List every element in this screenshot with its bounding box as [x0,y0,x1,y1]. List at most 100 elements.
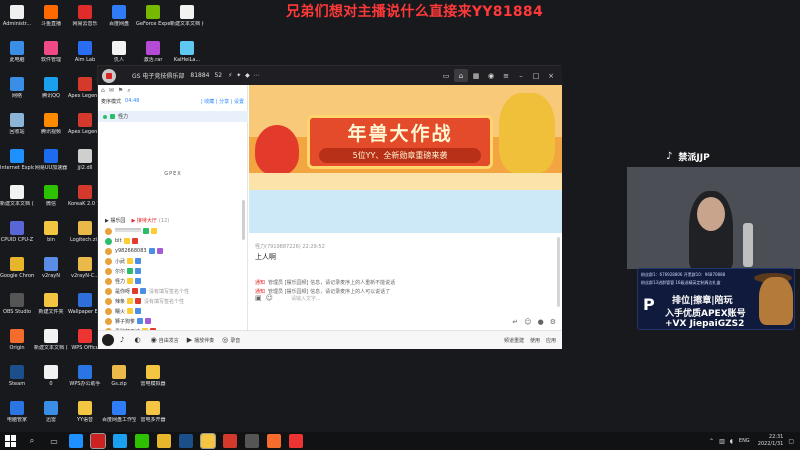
home-tool-icon[interactable]: ⌂ [101,87,105,94]
origin-taskbar-icon[interactable] [267,434,281,448]
enter-icon[interactable]: ↵ [512,318,518,326]
desktop-icon[interactable]: 网易云音乐 [68,2,102,42]
app-icon [10,113,24,127]
yy-taskbar-icon[interactable] [200,433,216,449]
home-icon[interactable]: ⌂ [454,69,468,82]
ie-taskbar-icon[interactable] [69,434,83,448]
desktop-icon[interactable]: 此电脑 [0,38,34,78]
member-row[interactable]: y982668083 [105,246,245,256]
desktop-icon[interactable]: 新建文本文档 (2) [0,182,34,222]
mic-button[interactable] [102,334,114,346]
netease-taskbar-icon[interactable] [90,433,106,449]
chat-input[interactable]: 请输入文字... [291,295,321,302]
grid-icon[interactable]: ▦ [469,69,483,82]
desktop-icon[interactable]: 0 [34,362,68,402]
promo-banner[interactable]: 年兽大作战 5位YY、全新勋章重磅来袭 [249,85,562,190]
search-icon[interactable]: ⌕ [25,434,39,448]
member-row[interactable]: 怪力 [105,276,245,286]
gamepad-icon[interactable]: ◉ [484,69,498,82]
notification-icon[interactable]: ▢ [788,438,794,445]
member-row[interactable]: !!!!!!!!!!!!! [105,226,245,236]
streamer-face [697,197,725,231]
play-music-button[interactable]: ▶ 播放伴奏 [187,336,214,344]
network-icon[interactable]: ▥ [719,438,725,445]
desktop-icon[interactable]: Steam [0,362,34,402]
desktop-icon[interactable]: 微信 [34,182,68,222]
record-icon[interactable]: ● [538,318,544,326]
desktop-icon[interactable]: 新建文本文档 (2) [34,326,68,366]
member-list-header[interactable]: ▶ 摆乐园 ▶ 接待大厅 (12) [105,217,169,225]
desktop-icon[interactable]: 网易UU加速器 [34,146,68,186]
app-icon [146,401,160,415]
member-row[interactable]: blt [105,236,245,246]
maximize-button[interactable]: □ [529,69,543,82]
desktop-icon[interactable]: 回收站 [0,110,34,150]
apex-taskbar-icon[interactable] [223,434,237,448]
start-button[interactable] [5,435,17,447]
desktop-icon[interactable]: Gs.zip [102,362,136,402]
speaker-icon[interactable]: ◐ [134,336,142,344]
settings-icon[interactable]: ⚙ [550,318,556,326]
wechat-taskbar-icon[interactable] [135,434,149,448]
search-tool-icon[interactable]: ⌕ [127,87,130,95]
desktop-icon[interactable]: Google Chrome [0,254,34,294]
gamepad-tool-icon[interactable]: ▣ [255,294,266,302]
emoji-icon[interactable]: ☺ [524,318,531,326]
qq-taskbar-icon[interactable] [113,434,127,448]
member-row[interactable]: 尔尔 [105,266,245,276]
chat-scrollbar[interactable] [557,237,560,307]
desktop-icon[interactable]: 新建文件夹 [34,290,68,330]
desktop-icon[interactable]: GeForce Experience [136,2,170,42]
desktop-icon[interactable]: OBS Studio [0,290,34,330]
volume-icon[interactable]: ◖ [730,438,733,445]
mail-tool-icon[interactable]: ✉ [109,87,114,94]
channel-links[interactable]: | 收藏 | 分享 | 设置 [201,98,244,105]
emoji-tool-icon[interactable]: ☺ [266,294,277,302]
member-row[interactable]: 小武 [105,256,245,266]
video-icon[interactable]: ▭ [439,69,453,82]
clock[interactable]: 22:31 2022/1/31 [758,434,784,448]
desktop-icon[interactable]: v2rayN [34,254,68,294]
tray-chevron-icon[interactable]: ⌃ [709,438,714,445]
desktop-icon[interactable]: WPS办公助手 [68,362,102,402]
free-speak-button[interactable]: ◉ 自由发言 [151,336,179,344]
member-row[interactable]: 狮子狗爹 [105,316,245,326]
app-titlebar[interactable]: GS 电子竞技俱乐部 81884 52 ⚡ ✦ ◆ ⋯ ▭ ⌂ ▦ ◉ ≡ – … [98,66,562,85]
desktop-icon[interactable]: 新建文本文档 (4) [170,2,204,42]
aimlab-taskbar-icon[interactable] [289,434,303,448]
desktop-icon[interactable]: Administr... [0,2,34,42]
task-view-icon[interactable]: ▭ [47,434,61,448]
desktop-icon-label: 回收站 [9,129,25,135]
desktop-icon[interactable]: 网络 [0,74,34,114]
chrome-taskbar-icon[interactable] [157,434,171,448]
menu-icon[interactable]: ≡ [499,69,513,82]
rebuild-button[interactable]: 频道重建 [504,337,524,344]
close-button[interactable]: × [544,69,558,82]
app-icon [44,329,58,343]
desktop-icon[interactable]: 软件管理 [34,38,68,78]
desktop-icon[interactable]: 腾讯视频 [34,110,68,150]
channel-mode[interactable]: 麦序模式 [101,98,121,105]
use-button[interactable]: 使用 [530,337,540,344]
mic-icon[interactable]: ♪ [120,336,126,344]
member-list-scrollbar[interactable] [242,200,245,240]
input-language[interactable]: ENG [739,438,750,444]
flag-tool-icon[interactable]: ⚑ [118,87,123,94]
desktop-icon[interactable]: Origin [0,326,34,366]
member-row[interactable]: 是你呀 没有填写签名个性 [105,286,245,296]
desktop-icon[interactable]: CPUID CPU-Z [0,218,34,258]
desktop-icon[interactable]: Internet Explorer [0,146,34,186]
desktop-icon[interactable]: 雷电模拟器 [136,362,170,402]
desktop-icon[interactable]: bin [34,218,68,258]
member-row[interactable]: 辣条 没有填写签名个性 [105,296,245,306]
record-button[interactable]: ◎ 录音 [222,336,240,344]
member-row[interactable]: 糯火 [105,306,245,316]
apps-button[interactable]: 应用 [546,337,556,344]
steam-taskbar-icon[interactable] [179,434,193,448]
minimize-button[interactable]: – [514,69,528,82]
obs-taskbar-icon[interactable] [245,434,259,448]
current-channel-row[interactable]: 怪力 [98,111,248,122]
desktop-icon[interactable]: 腾讯QQ [34,74,68,114]
desktop-icon[interactable]: 百度网盘 [102,2,136,42]
desktop-icon[interactable]: 斗鱼直播 [34,2,68,42]
